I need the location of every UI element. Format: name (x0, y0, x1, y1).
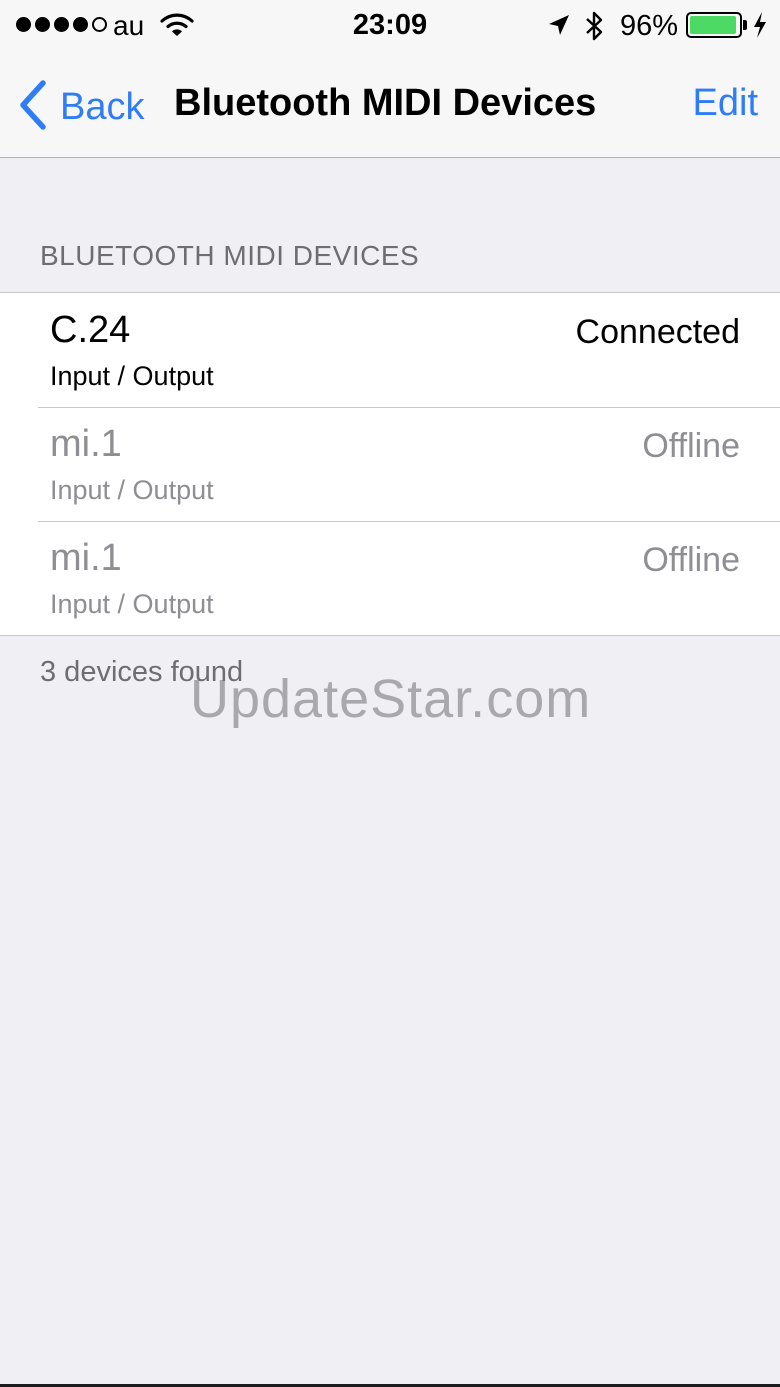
device-status: Connected (575, 313, 740, 351)
device-row-mi1-second[interactable]: mi.1 Input / Output Offline (0, 521, 780, 635)
device-ports: Input / Output (50, 589, 214, 619)
chevron-left-icon (18, 80, 48, 135)
device-name: C.24 (50, 309, 131, 351)
edit-button[interactable]: Edit (693, 82, 758, 125)
charging-bolt-icon (752, 11, 768, 44)
device-name: mi.1 (50, 423, 122, 465)
device-status: Offline (642, 427, 740, 465)
device-list: C.24 Input / Output Connected mi.1 Input… (0, 292, 780, 636)
page-title: Bluetooth MIDI Devices (174, 82, 597, 124)
battery-tip (743, 20, 747, 30)
status-bar: au 23:09 96% (0, 0, 780, 52)
section-header: BLUETOOTH MIDI DEVICES (40, 240, 420, 271)
location-arrow-icon (547, 13, 571, 42)
battery-percent: 96% (620, 10, 679, 42)
back-label: Back (60, 86, 145, 128)
device-status: Offline (642, 541, 740, 579)
device-ports: Input / Output (50, 475, 214, 505)
battery-fill (690, 16, 737, 34)
watermark: UpdateStar.com (190, 669, 592, 729)
device-row-c24[interactable]: C.24 Input / Output Connected (0, 293, 780, 407)
device-row-mi1[interactable]: mi.1 Input / Output Offline (0, 407, 780, 521)
device-name: mi.1 (50, 537, 122, 579)
navigation-bar: Back Bluetooth MIDI Devices Edit (0, 52, 780, 158)
device-ports: Input / Output (50, 361, 214, 391)
battery-icon (686, 12, 742, 38)
bluetooth-icon (584, 10, 606, 47)
back-button[interactable]: Back (18, 80, 144, 135)
